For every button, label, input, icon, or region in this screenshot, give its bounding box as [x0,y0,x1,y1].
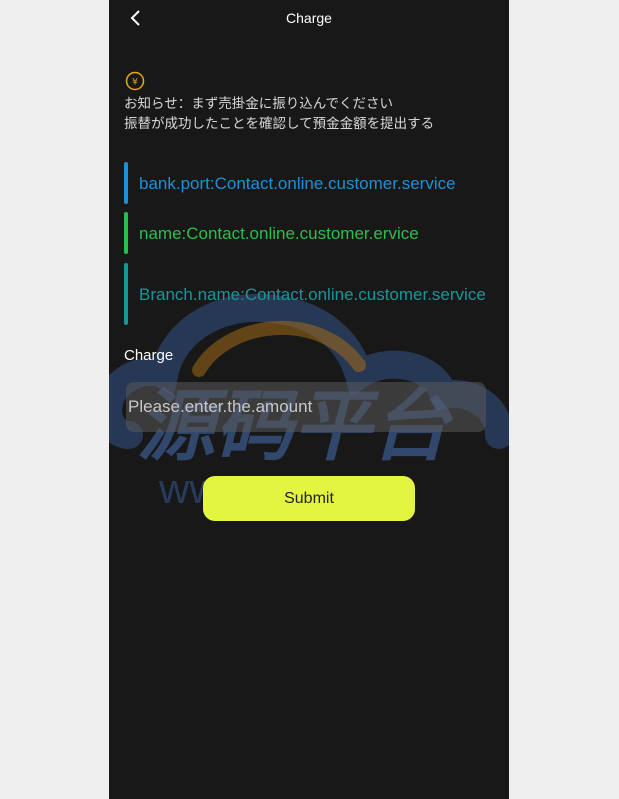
name-text: name:Contact.online.customer.ervice [139,223,419,243]
charge-label: Charge [124,347,174,364]
phone-screen: 源码平台 www.ympt.cc Charge ¥ お知らせ：まず売掛金に振り込… [109,0,509,799]
notice-line-1: お知らせ：まず売掛金に振り込んでください [124,96,394,112]
svg-text:¥: ¥ [132,78,138,88]
header: Charge [109,0,509,36]
submit-button[interactable]: Submit [203,476,415,521]
yen-icon: ¥ [125,71,145,91]
amount-input[interactable] [126,382,486,432]
branch-name-text: Branch.name:Contact.online.customer.serv… [139,284,486,304]
name-row: name:Contact.online.customer.ervice [124,212,496,254]
branch-name-row: Branch.name:Contact.online.customer.serv… [124,263,496,325]
notice-line-2: 振替が成功したことを確認して預金金額を提出する [124,116,435,132]
page-title: Charge [286,10,332,26]
watermark-arc [192,320,366,377]
bank-port-text: bank.port:Contact.online.customer.servic… [139,173,456,193]
bank-port-row: bank.port:Contact.online.customer.servic… [124,162,496,204]
notice-text: お知らせ：まず売掛金に振り込んでください 振替が成功したことを確認して預金金額を… [124,94,434,134]
